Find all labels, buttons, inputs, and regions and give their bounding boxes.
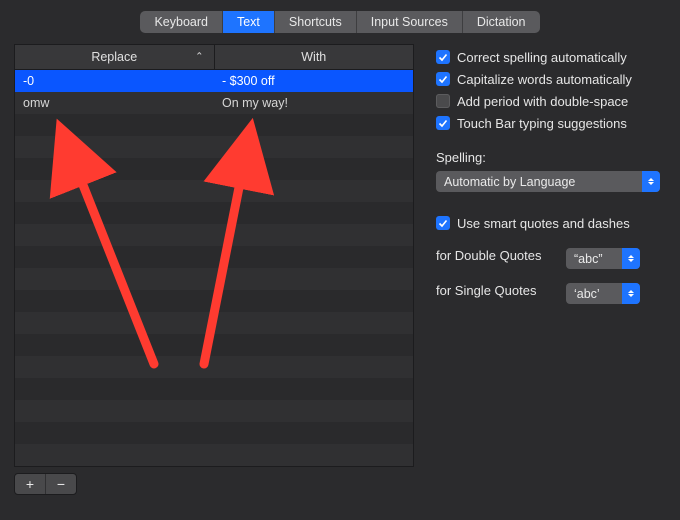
spelling-popup[interactable]: Automatic by Language xyxy=(436,171,660,192)
table-row-empty[interactable] xyxy=(15,246,413,268)
settings-column: Correct spelling automatically Capitaliz… xyxy=(436,44,666,495)
check-smart-quotes[interactable]: Use smart quotes and dashes xyxy=(436,212,666,234)
cell-replace[interactable]: omw xyxy=(15,92,214,114)
column-header-with-label: With xyxy=(301,50,326,64)
column-header-replace-label: Replace xyxy=(91,50,137,64)
table-row-empty[interactable] xyxy=(15,202,413,224)
checkbox-icon xyxy=(436,116,450,130)
tab-keyboard[interactable]: Keyboard xyxy=(140,11,222,33)
checkbox-icon xyxy=(436,94,450,108)
check-correct-spelling[interactable]: Correct spelling automatically xyxy=(436,46,666,68)
table-row-empty[interactable] xyxy=(15,136,413,158)
double-quotes-popup[interactable]: “abc” xyxy=(566,248,640,269)
tab-shortcuts[interactable]: Shortcuts xyxy=(274,11,356,33)
segmented-tabs: Keyboard Text Shortcuts Input Sources Di… xyxy=(140,11,539,33)
table-row[interactable]: -0- $300 off xyxy=(15,70,413,92)
table-row-empty[interactable] xyxy=(15,290,413,312)
check-touch-bar-label: Touch Bar typing suggestions xyxy=(457,116,627,131)
check-correct-spelling-label: Correct spelling automatically xyxy=(457,50,627,65)
tab-dictation[interactable]: Dictation xyxy=(462,11,540,33)
table-row-empty[interactable] xyxy=(15,334,413,356)
table-row-empty[interactable] xyxy=(15,356,413,378)
single-quotes-value: ‘abc’ xyxy=(574,287,600,301)
column-header-replace[interactable]: Replace ⌃ xyxy=(15,45,214,69)
add-button[interactable]: + xyxy=(15,474,45,494)
table-row-empty[interactable] xyxy=(15,378,413,400)
single-quotes-popup[interactable]: ‘abc’ xyxy=(566,283,640,304)
spelling-label: Spelling: xyxy=(436,150,666,165)
cell-with[interactable]: On my way! xyxy=(214,92,413,114)
tab-text[interactable]: Text xyxy=(222,11,274,33)
check-add-period[interactable]: Add period with double-space xyxy=(436,90,666,112)
table-row-empty[interactable] xyxy=(15,268,413,290)
table-row-empty[interactable] xyxy=(15,400,413,422)
sort-indicator-icon: ⌃ xyxy=(195,52,203,63)
column-header-with[interactable]: With xyxy=(214,45,414,69)
double-quotes-value: “abc” xyxy=(574,252,602,266)
checkbox-icon xyxy=(436,216,450,230)
table-row-empty[interactable] xyxy=(15,158,413,180)
table-row-empty[interactable] xyxy=(15,312,413,334)
text-replacement-panel: Replace ⌃ With -0- $300 offomwOn my way!… xyxy=(14,44,414,495)
spelling-popup-value: Automatic by Language xyxy=(444,175,575,189)
check-capitalize-words-label: Capitalize words automatically xyxy=(457,72,632,87)
check-add-period-label: Add period with double-space xyxy=(457,94,628,109)
check-capitalize-words[interactable]: Capitalize words automatically xyxy=(436,68,666,90)
remove-button[interactable]: − xyxy=(45,474,76,494)
cell-with[interactable]: - $300 off xyxy=(214,70,413,92)
check-touch-bar[interactable]: Touch Bar typing suggestions xyxy=(436,112,666,134)
check-smart-quotes-label: Use smart quotes and dashes xyxy=(457,216,630,231)
single-quotes-label: for Single Quotes xyxy=(436,283,556,298)
double-quotes-label: for Double Quotes xyxy=(436,248,556,263)
cell-replace[interactable]: -0 xyxy=(15,70,214,92)
table-row-empty[interactable] xyxy=(15,180,413,202)
table-row[interactable]: omwOn my way! xyxy=(15,92,413,114)
table-row-empty[interactable] xyxy=(15,422,413,444)
popup-arrows-icon xyxy=(622,248,640,269)
table-row-empty[interactable] xyxy=(15,114,413,136)
tab-input-sources[interactable]: Input Sources xyxy=(356,11,462,33)
popup-arrows-icon xyxy=(622,283,640,304)
add-remove-control: + − xyxy=(14,473,77,495)
table-row-empty[interactable] xyxy=(15,224,413,246)
checkbox-icon xyxy=(436,72,450,86)
pref-tabbar: Keyboard Text Shortcuts Input Sources Di… xyxy=(0,0,680,44)
popup-arrows-icon xyxy=(642,171,660,192)
checkbox-icon xyxy=(436,50,450,64)
text-replacement-table[interactable]: Replace ⌃ With -0- $300 offomwOn my way! xyxy=(14,44,414,467)
table-row-empty[interactable] xyxy=(15,444,413,466)
